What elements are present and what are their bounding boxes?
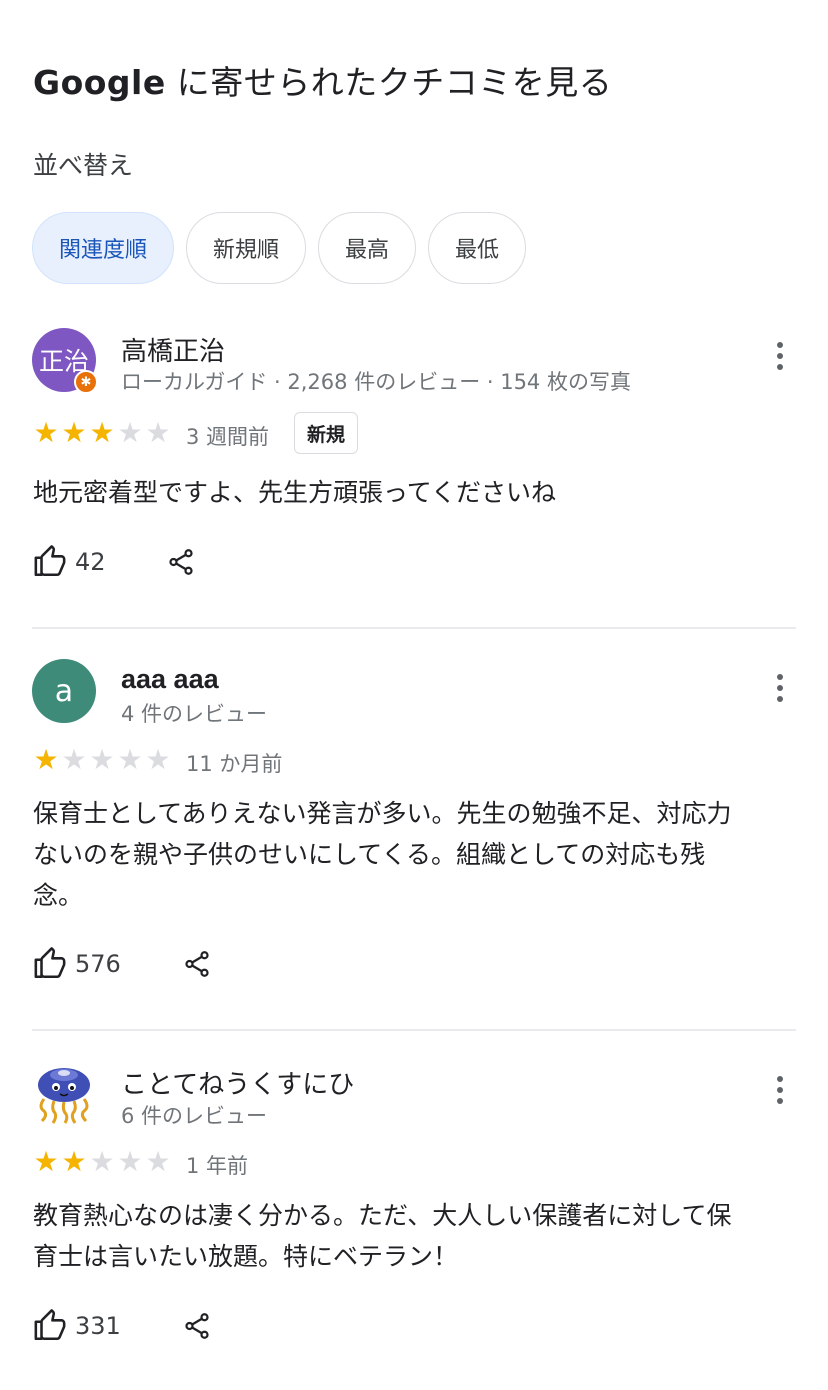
reviewer-meta: 6 件のレビュー (121, 1104, 268, 1128)
star-rating: ★ ★ ★ ★ ★ (32, 419, 172, 447)
reviewer-meta: 4 件のレビュー (121, 702, 268, 726)
sort-chip-lowest[interactable]: 最低 (428, 212, 527, 284)
reviewer-name[interactable]: 高橋正治 (121, 331, 225, 368)
star-empty-icon: ★ (117, 743, 143, 776)
like-button[interactable]: 576 (33, 947, 121, 981)
star-rating: ★ ★ ★ ★ ★ (32, 1148, 172, 1176)
star-empty-icon: ★ (145, 743, 171, 776)
star-rating: ★ ★ ★ ★ ★ (32, 746, 172, 774)
new-badge: 新規 (294, 412, 359, 454)
avatar-initials: a (54, 673, 74, 709)
like-button[interactable]: 42 (33, 545, 106, 579)
reviews-page: Google に寄せられたクチコミを見る 並べ替え 関連度順 新規順 最高 最低… (0, 0, 828, 1390)
review-date: 1 年前 (186, 1154, 249, 1178)
star-empty-icon: ★ (117, 416, 143, 449)
sort-chip-relevance[interactable]: 関連度順 (32, 212, 175, 284)
avatar[interactable]: a (32, 659, 96, 723)
page-title: Google に寄せられたクチコミを見る (33, 56, 612, 104)
star-empty-icon: ★ (145, 416, 171, 449)
star-empty-icon: ★ (89, 743, 115, 776)
star-filled-icon: ★ (61, 1145, 87, 1178)
sort-label: 並べ替え (33, 151, 134, 180)
thumbs-up-icon (34, 545, 66, 577)
share-icon[interactable] (182, 947, 212, 981)
star-filled-icon: ★ (61, 416, 87, 449)
review-text: 地元密着型ですよ、先生方頑張ってくださいね (33, 478, 557, 507)
star-empty-icon: ★ (117, 1145, 143, 1178)
reviewer-meta: ローカルガイド · 2,268 件のレビュー · 154 枚の写真 (121, 370, 631, 394)
star-filled-icon: ★ (33, 743, 59, 776)
more-options-icon[interactable] (766, 336, 794, 376)
like-count: 42 (75, 548, 106, 576)
like-count: 576 (75, 950, 121, 978)
title-brand: Google (33, 63, 166, 102)
star-filled-icon: ★ (33, 1145, 59, 1178)
thumbs-up-icon (34, 1309, 66, 1341)
sort-chip-newest[interactable]: 新規順 (186, 212, 307, 284)
star-empty-icon: ★ (61, 743, 87, 776)
sort-chip-highest[interactable]: 最高 (318, 212, 417, 284)
local-guide-badge-icon: ✱ (74, 370, 98, 394)
more-options-icon[interactable] (766, 668, 794, 708)
more-options-icon[interactable] (766, 1070, 794, 1110)
like-count: 331 (75, 1312, 121, 1340)
star-filled-icon: ★ (89, 416, 115, 449)
divider (32, 1029, 796, 1031)
sort-chip-group: 関連度順 新規順 最高 最低 (32, 212, 527, 284)
review-date: 11 か月前 (186, 752, 283, 776)
divider (32, 627, 796, 629)
avatar[interactable]: 正治 ✱ (32, 328, 98, 394)
review-text: 保育士としてありえない発言が多い。先生の勉強不足、対応力ないのを親や子供のせいに… (33, 799, 732, 910)
review-text: 教育熱心なのは凄く分かる。ただ、大人しい保護者に対して保育士は言いたい放題。特に… (33, 1201, 732, 1271)
star-empty-icon: ★ (89, 1145, 115, 1178)
share-icon[interactable] (182, 1309, 212, 1343)
reviewer-name[interactable]: ことてねうくすにひ (121, 1064, 354, 1101)
jellyfish-avatar-icon[interactable] (32, 1061, 96, 1125)
like-button[interactable]: 331 (33, 1309, 121, 1343)
reviewer-name[interactable]: aaa aaa (121, 664, 219, 695)
title-text: に寄せられたクチコミを見る (165, 63, 613, 102)
share-icon[interactable] (166, 545, 196, 579)
star-filled-icon: ★ (33, 416, 59, 449)
review-date: 3 週間前 (186, 425, 270, 449)
star-empty-icon: ★ (145, 1145, 171, 1178)
thumbs-up-icon (34, 947, 66, 979)
